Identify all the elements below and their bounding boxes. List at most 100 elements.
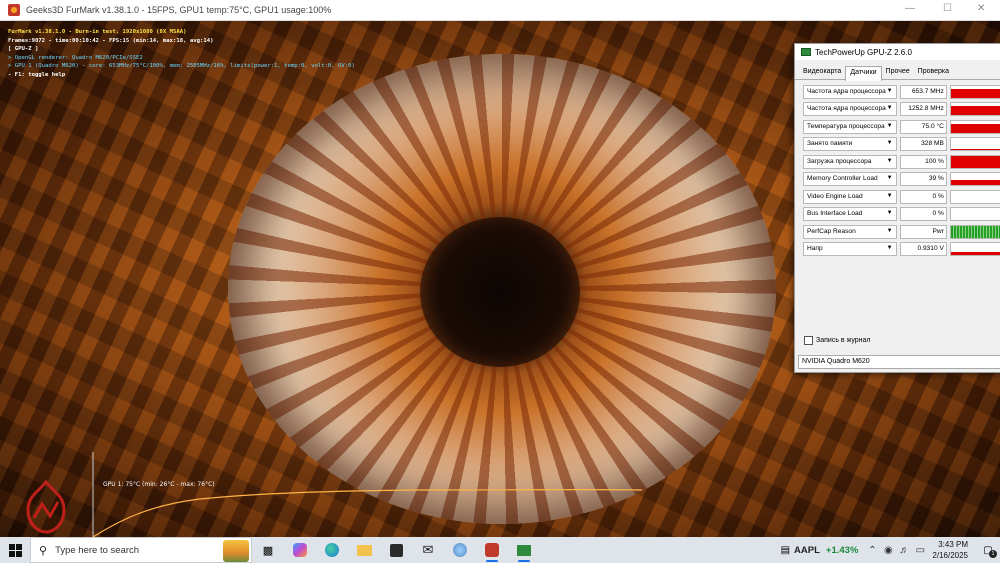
gpuz-app-icon (801, 48, 811, 56)
edge-icon (325, 543, 339, 557)
sensor-name-dropdown[interactable]: Video Engine Load ▼ (803, 189, 897, 204)
gpuz-tabs: Видеокарта Датчики Прочее Проверка (795, 66, 1000, 81)
sensor-value: 0 % (899, 189, 947, 204)
clock-date: 2/16/2025 (932, 551, 968, 560)
stock-chart-icon: ▤ (780, 544, 791, 556)
chevron-down-icon: ▼ (886, 227, 893, 234)
sensor-value: 75.0 °C (899, 119, 947, 134)
gpuz-titlebar[interactable]: TechPowerUp GPU-Z 2.6.0 (795, 44, 1000, 60)
sensor-graph (949, 137, 1000, 152)
sensor-graph (949, 172, 1000, 187)
edge-button[interactable] (316, 537, 348, 563)
taskbar-search-box[interactable]: ⚲ Type here to search (30, 537, 252, 563)
sensor-graph-bar (950, 180, 1000, 186)
sensor-row: Температура процессора ▼ 75.0 °C (803, 118, 1000, 136)
stock-ticker: AAPL (794, 544, 820, 556)
sensor-name-label: Температура процессора (807, 122, 885, 130)
sensor-list: Частота ядра процессора ▼ 653.7 MHz Часто… (803, 83, 1000, 258)
perfcap-graph-stripes (950, 225, 1000, 238)
search-highlight-image (223, 540, 249, 562)
sensor-graph (949, 189, 1000, 204)
windows-logo-icon (8, 543, 22, 557)
sensor-graph (949, 154, 1000, 169)
sensor-graph-bar (950, 124, 1000, 133)
sensor-name-dropdown[interactable]: Температура процессора ▼ (803, 119, 897, 134)
sensor-row: Video Engine Load ▼ 0 % (803, 188, 1000, 206)
sensor-name-label: Занято памяти (807, 140, 853, 148)
sensor-name-dropdown[interactable]: Загрузка процессора ▼ (803, 154, 897, 169)
sensor-name-dropdown[interactable]: Memory Controller Load ▼ (803, 172, 897, 187)
sensor-row: Bus Interface Load ▼ 0 % (803, 206, 1000, 224)
tab-sensors[interactable]: Датчики (845, 66, 882, 81)
sensor-name-dropdown[interactable]: Напр ▼ (803, 242, 897, 257)
sensor-name-label: Memory Controller Load (807, 175, 878, 183)
chevron-down-icon: ▼ (886, 105, 893, 112)
pinned-app-button[interactable] (444, 537, 476, 563)
folder-icon (356, 544, 372, 556)
chevron-down-icon: ▼ (886, 245, 893, 252)
clock[interactable]: 3:43 PM 2/16/2025 (932, 539, 968, 561)
sensor-row: Частота ядра процессора ▼ 1252.8 MHz (803, 101, 1000, 119)
sensor-graph (949, 224, 1000, 239)
sensor-graph-bar (950, 106, 1000, 116)
store-button[interactable] (380, 537, 412, 563)
tab-advanced[interactable]: Прочее (882, 66, 914, 80)
log-to-file-checkbox[interactable] (804, 336, 813, 345)
notification-center-button[interactable]: ▢ 1 (976, 537, 1000, 563)
log-to-file-label: Запись в журнал (816, 337, 871, 344)
sensor-value: 328 MB (899, 137, 947, 152)
furmark-taskbar-button[interactable] (476, 537, 508, 563)
sensor-name-dropdown[interactable]: Занято памяти ▼ (803, 137, 897, 152)
stock-widget[interactable]: ▤ AAPL +1.43% (781, 545, 859, 556)
sensor-graph (949, 84, 1000, 99)
sensor-graph-bar (950, 149, 1000, 151)
gpuz-icon (517, 544, 531, 556)
battery-icon[interactable]: ▭ (912, 537, 928, 563)
furmark-icon (485, 543, 499, 557)
sensor-graph-bar (950, 156, 1000, 168)
sensor-row: Memory Controller Load ▼ 39 % (803, 171, 1000, 189)
stock-change: +1.43% (825, 544, 859, 556)
gpuz-window-title: TechPowerUp GPU-Z 2.6.0 (815, 47, 912, 57)
sensor-value: 653.7 MHz (899, 84, 947, 99)
sensor-row: Частота ядра процессора ▼ 653.7 MHz (803, 83, 1000, 101)
search-placeholder: Type here to search (55, 544, 140, 556)
log-to-file-option[interactable]: Запись в журнал (804, 336, 871, 345)
network-icon[interactable]: ◉ (880, 537, 896, 563)
sensor-row: Загрузка процессора ▼ 100 % (803, 153, 1000, 171)
sensor-value: 0 % (899, 207, 947, 222)
sensor-name-label: Video Engine Load (807, 192, 863, 200)
sensor-name-dropdown[interactable]: Bus Interface Load ▼ (803, 207, 897, 222)
chevron-down-icon: ▼ (886, 122, 893, 129)
tab-graphics-card[interactable]: Видеокарта (799, 66, 845, 80)
system-tray: ▤ AAPL +1.43% ⌃ ◉ ♬ ▭ 3:43 PM 2/16/2025 … (781, 537, 1000, 563)
task-view-button[interactable]: ▩ (252, 537, 284, 563)
notification-badge: 1 (989, 550, 997, 558)
mail-icon: ✉ (422, 542, 434, 557)
chevron-down-icon: ▼ (886, 140, 893, 147)
gpuz-taskbar-button[interactable] (508, 537, 540, 563)
sensor-graph (949, 242, 1000, 257)
chevron-down-icon: ▼ (886, 175, 893, 182)
sensor-name-label: Частота ядра процессора (807, 105, 886, 113)
sensor-name-dropdown[interactable]: Частота ядра процессора ▼ (803, 102, 897, 117)
sensor-name-label: Частота ядра процессора (807, 87, 886, 95)
sensor-graph (949, 119, 1000, 134)
sensor-name-label: Загрузка процессора (807, 157, 872, 165)
show-hidden-icons-button[interactable]: ⌃ (864, 537, 880, 563)
copilot-icon (293, 543, 307, 557)
tab-validation[interactable]: Проверка (914, 66, 953, 80)
store-icon (389, 543, 403, 557)
mail-button[interactable]: ✉ (412, 537, 444, 563)
gpu-select-dropdown[interactable]: NVIDIA Quadro M620 (798, 355, 1000, 369)
sensor-name-label: Напр (807, 245, 823, 253)
sensor-name-dropdown[interactable]: Частота ядра процессора ▼ (803, 84, 897, 99)
sensor-name-dropdown[interactable]: PerfCap Reason ▼ (803, 224, 897, 239)
file-explorer-button[interactable] (348, 537, 380, 563)
copilot-button[interactable] (284, 537, 316, 563)
sensor-graph-bar (950, 88, 1000, 98)
chevron-down-icon: ▼ (886, 210, 893, 217)
start-button[interactable] (0, 537, 30, 563)
sensor-row: Занято памяти ▼ 328 MB (803, 136, 1000, 154)
volume-icon[interactable]: ♬ (896, 537, 912, 563)
